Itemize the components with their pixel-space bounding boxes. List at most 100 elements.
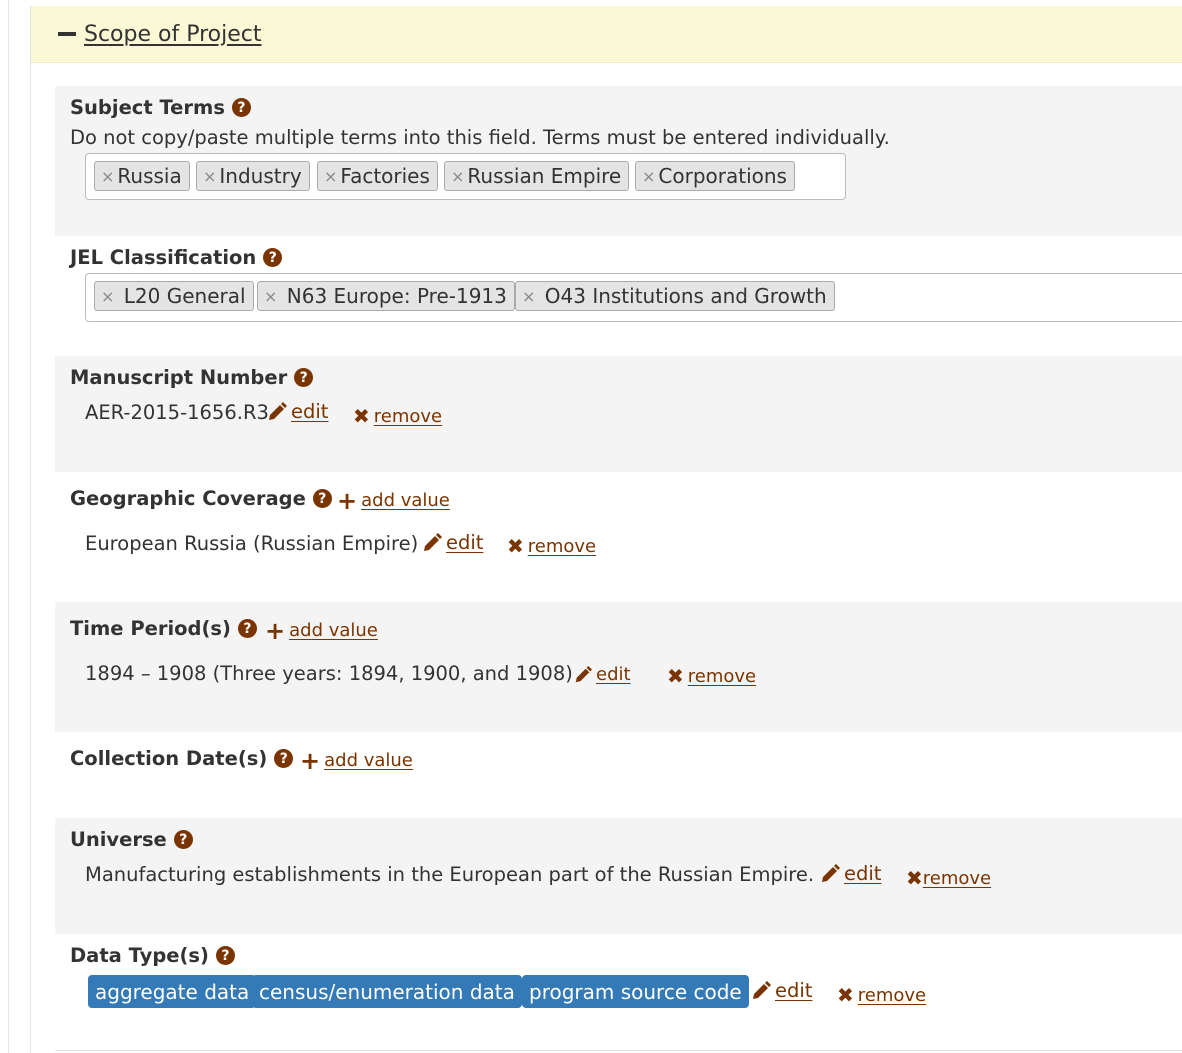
tag-label: Industry [219,164,302,188]
manuscript-label-text: Manuscript Number [70,366,288,389]
add-label: add value [324,750,413,771]
edit-label: edit [446,531,484,554]
remove-label: remove [687,665,757,687]
edit-label: edit [844,862,882,885]
badge-census-data: census/enumeration data [252,975,522,1008]
remove-label: remove [922,867,992,889]
pencil-icon [753,980,771,999]
x-icon[interactable]: × [203,167,216,186]
x-icon[interactable]: × [522,287,535,306]
time-period-edit-link[interactable]: edit [574,664,631,685]
collection-section: Collection Date(s) ? + add value [55,732,1182,818]
remove-label: remove [857,984,927,1006]
jel-input[interactable]: × L20 General × N63 Europe: Pre-1913 × O… [85,273,1182,322]
x-icon[interactable]: × [101,287,114,306]
tag-factories: × Factories [317,161,438,191]
time-period-value: 1894 – 1908 (Three years: 1894, 1900, an… [85,662,573,685]
edit-label: edit [775,979,813,1002]
add-label: add value [361,490,450,511]
edit-label: edit [596,664,631,685]
geographic-value: European Russia (Russian Empire) [85,532,419,555]
jel-label-text: JEL Classification [70,246,257,269]
times-icon: ✖ [507,534,524,558]
question-circle-icon[interactable]: ? [294,368,314,387]
pencil-icon [424,532,442,551]
subject-terms-label-text: Subject Terms [70,96,225,119]
data-types-edit-link[interactable]: edit [751,979,812,1002]
time-period-label-text: Time Period(s) [70,617,231,640]
data-types-label: Data Type(s) ? [70,944,235,967]
x-icon[interactable]: × [642,167,655,186]
tag-russian-empire: × Russian Empire [444,161,630,191]
manuscript-edit-link[interactable]: edit [267,400,328,423]
plus-icon: + [337,486,358,515]
subject-terms-note: Do not copy/paste multiple terms into th… [70,126,890,149]
badge-aggregate-data: aggregate data [88,975,257,1008]
question-circle-icon[interactable]: ? [173,830,193,849]
x-icon[interactable]: × [101,167,114,186]
question-circle-icon[interactable]: ? [263,248,283,267]
panel-header[interactable]: Scope of Project [31,6,1182,63]
time-period-remove-link[interactable]: ✖ remove [667,664,756,688]
tag-russia: × Russia [94,161,190,191]
collection-add-link[interactable]: + add value [300,746,413,775]
manuscript-value: AER-2015-1656.R3 [85,401,269,424]
tag-industry: × Industry [196,161,310,191]
universe-label: Universe ? [70,828,193,851]
geographic-label: Geographic Coverage ? [70,487,332,510]
question-circle-icon[interactable]: ? [274,749,294,768]
time-period-section: Time Period(s) ? + add value 1894 – 1908… [55,602,1182,732]
time-period-label: Time Period(s) ? [70,617,257,640]
pencil-icon [269,401,287,420]
geographic-edit-link[interactable]: edit [422,531,483,554]
jel-label: JEL Classification ? [70,246,283,269]
outer-rule [8,0,9,1053]
times-icon: ✖ [906,866,923,890]
scope-panel: Scope of Project Subject Terms ? Do not … [30,6,1182,1053]
universe-value: Manufacturing establishments in the Euro… [85,863,815,886]
universe-label-text: Universe [70,828,167,851]
question-circle-icon[interactable]: ? [231,98,251,117]
subject-terms-input[interactable]: × Russia × Industry × Factories × Russian Em… [85,153,846,200]
geographic-section: Geographic Coverage ? + add value Europe… [55,472,1182,602]
badge-program-source-code: program source code [522,975,749,1008]
tag-label: L20 General [123,284,246,308]
collapse-icon[interactable] [58,32,76,36]
jel-section: JEL Classification ? × L20 General × N63… [55,236,1182,356]
collection-label: Collection Date(s) ? [70,747,294,770]
remove-label: remove [373,405,443,427]
plus-icon: + [300,746,321,775]
time-period-add-link[interactable]: + add value [265,619,378,643]
pencil-icon [822,863,840,882]
question-circle-icon[interactable]: ? [312,489,332,508]
universe-section: Universe ? Manufacturing establishments … [55,818,1182,934]
subject-terms-section: Subject Terms ? Do not copy/paste multip… [55,86,1182,236]
tag-label: Factories [340,164,430,188]
tag-label: Russia [117,164,182,188]
geographic-add-link[interactable]: + add value [337,486,450,515]
tag-n63: × N63 Europe: Pre-1913 [257,281,515,311]
times-icon: ✖ [353,404,370,428]
times-icon: ✖ [667,664,684,688]
universe-edit-link[interactable]: edit [820,862,881,885]
panel-title[interactable]: Scope of Project [84,22,261,47]
x-icon[interactable]: × [264,287,277,306]
data-types-section: Data Type(s) ? aggregate data census/enu… [55,934,1182,1050]
tag-label: Russian Empire [467,164,622,188]
manuscript-section: Manuscript Number ? AER-2015-1656.R3 edi… [55,356,1182,472]
x-icon[interactable]: × [324,167,337,186]
question-circle-icon[interactable]: ? [215,946,235,965]
collection-label-text: Collection Date(s) [70,747,268,770]
geographic-remove-link[interactable]: ✖ remove [507,534,596,558]
manuscript-remove-link[interactable]: ✖ remove [353,404,442,428]
subject-terms-label: Subject Terms ? [70,96,251,119]
x-icon[interactable]: × [451,167,464,186]
tag-o43: × O43 Institutions and Growth [515,281,835,311]
data-types-remove-link[interactable]: ✖ remove [837,983,926,1007]
universe-remove-link[interactable]: ✖ remove [906,866,991,890]
pencil-icon [575,665,592,682]
question-circle-icon[interactable]: ? [237,619,257,638]
times-icon: ✖ [837,983,854,1007]
tag-l20: × L20 General [94,281,254,311]
remove-label: remove [527,535,597,557]
